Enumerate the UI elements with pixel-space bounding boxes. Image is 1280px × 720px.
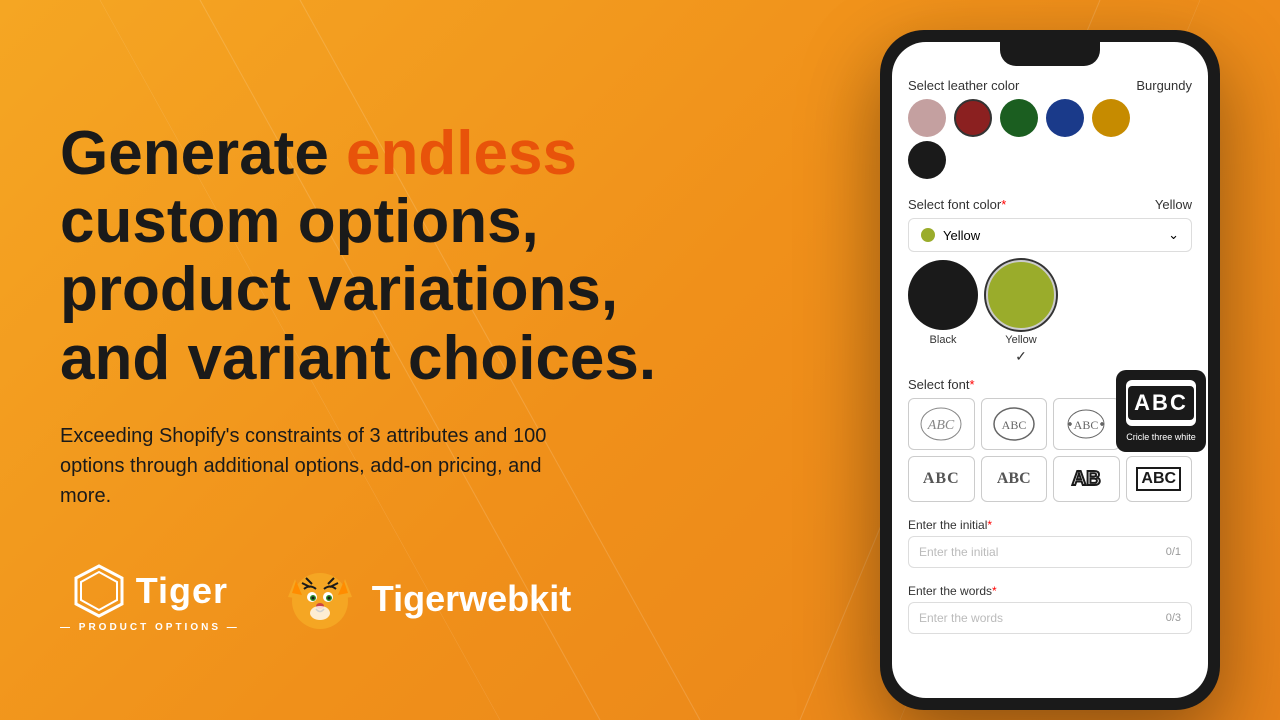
font-color-dropdown[interactable]: Yellow ⌄ <box>908 218 1192 252</box>
font-color-black[interactable]: Black <box>908 260 978 365</box>
initial-placeholder: Enter the initial <box>919 545 998 559</box>
font-icon-3: ABC <box>1064 406 1108 442</box>
logos-row: Tiger — PRODUCT OPTIONS — <box>60 559 700 639</box>
font-color-label-yellow: Yellow <box>986 334 1056 346</box>
svg-text:ABC: ABC <box>927 418 955 433</box>
words-section: Enter the words* Enter the words 0/3 <box>908 584 1192 634</box>
headline-part2: custom options, product variations, and … <box>60 187 656 392</box>
font-item-8[interactable]: ABC <box>1126 456 1193 502</box>
color-swatch-burgundy[interactable] <box>954 99 992 137</box>
tooltip-label: Cricle three white <box>1126 432 1196 442</box>
headline-accent: endless <box>346 119 577 188</box>
font-item-5[interactable]: ABC <box>908 456 975 502</box>
left-content: Generate endless custom options, product… <box>60 120 700 639</box>
initial-label: Enter the initial* <box>908 518 1192 532</box>
svg-text:ABC: ABC <box>1074 418 1099 432</box>
dropdown-chevron-icon: ⌄ <box>1168 227 1179 243</box>
tooltip-preview: ABC <box>1126 380 1196 426</box>
font-tooltip-popup: ABC Cricle three white <box>1116 370 1206 452</box>
font-item-3[interactable]: ABC <box>1053 398 1120 450</box>
font-icon-1: ABC <box>919 406 963 442</box>
leather-section-title: Select leather color <box>908 78 1019 93</box>
checkmark-icon: ✓ <box>986 348 1056 365</box>
headline-part1: Generate <box>60 119 346 188</box>
tiger-face-icon <box>280 559 360 639</box>
font-item-2[interactable]: ABC <box>981 398 1048 450</box>
hexagon-icon <box>72 564 126 618</box>
dropdown-color-dot <box>921 228 935 242</box>
font-label-6: ABC <box>997 470 1031 488</box>
words-placeholder: Enter the words <box>919 611 1003 625</box>
font-color-label-black: Black <box>908 334 978 346</box>
leather-selected-value: Burgundy <box>1136 78 1192 93</box>
initial-section: Enter the initial* Enter the initial 0/1 <box>908 518 1192 568</box>
font-icon-2: ABC <box>992 406 1036 442</box>
tigerwebkit-logo-text: Tigerwebkit <box>372 578 571 620</box>
tigerwebkit-logo: Tigerwebkit <box>280 559 571 639</box>
font-color-circle-black <box>908 260 978 330</box>
font-item-6[interactable]: ABC <box>981 456 1048 502</box>
font-color-selected: Yellow <box>1155 197 1192 212</box>
font-label-5: ABC <box>923 470 960 488</box>
initial-input[interactable]: Enter the initial 0/1 <box>908 536 1192 568</box>
initial-counter: 0/1 <box>1166 546 1181 558</box>
leather-color-swatches-row2 <box>908 141 1192 179</box>
main-headline: Generate endless custom options, product… <box>60 120 700 393</box>
tiger-logo-icon: Tiger <box>72 564 228 618</box>
color-swatch-mustard[interactable] <box>1092 99 1130 137</box>
dropdown-left: Yellow <box>921 228 980 243</box>
color-swatch-forest-green[interactable] <box>1000 99 1038 137</box>
font-item-7[interactable]: AB <box>1053 456 1120 502</box>
font-label-8: ABC <box>1136 467 1181 491</box>
leather-color-swatches <box>908 99 1192 137</box>
font-grid-row2: ABC ABC AB ABC <box>908 456 1192 502</box>
phone-notch <box>1000 42 1100 66</box>
words-label: Enter the words* <box>908 584 1192 598</box>
leather-color-section: Select leather color Burgundy <box>908 78 1192 183</box>
svg-text:ABC: ABC <box>1001 418 1026 432</box>
font-section-title: Select font* <box>908 377 975 392</box>
words-input[interactable]: Enter the words 0/3 <box>908 602 1192 634</box>
tiger-logo-text: Tiger <box>136 570 228 612</box>
font-color-section: Select font color* Yellow Yellow ⌄ <box>908 197 1192 365</box>
font-item-1[interactable]: ABC <box>908 398 975 450</box>
tooltip-abc-text: ABC <box>1128 386 1194 420</box>
font-label-7: AB <box>1072 468 1101 491</box>
tiger-logo-sub: — PRODUCT OPTIONS — <box>60 622 240 633</box>
font-color-title: Select font color* <box>908 197 1006 212</box>
font-color-circle-yellow <box>986 260 1056 330</box>
font-color-grid: Black Yellow ✓ <box>908 260 1192 365</box>
color-swatch-black[interactable] <box>908 141 946 179</box>
tiger-logo: Tiger — PRODUCT OPTIONS — <box>60 564 240 633</box>
phone-container: Select leather color Burgundy <box>820 0 1280 720</box>
color-swatch-navy[interactable] <box>1046 99 1084 137</box>
phone-frame: Select leather color Burgundy <box>880 30 1220 710</box>
words-counter: 0/3 <box>1166 612 1181 624</box>
color-swatch-mauve[interactable] <box>908 99 946 137</box>
dropdown-label: Yellow <box>943 228 980 243</box>
font-color-yellow[interactable]: Yellow ✓ <box>986 260 1056 365</box>
subtext: Exceeding Shopify's constraints of 3 att… <box>60 421 580 511</box>
leather-section-header: Select leather color Burgundy <box>908 78 1192 93</box>
font-color-section-header: Select font color* Yellow <box>908 197 1192 212</box>
